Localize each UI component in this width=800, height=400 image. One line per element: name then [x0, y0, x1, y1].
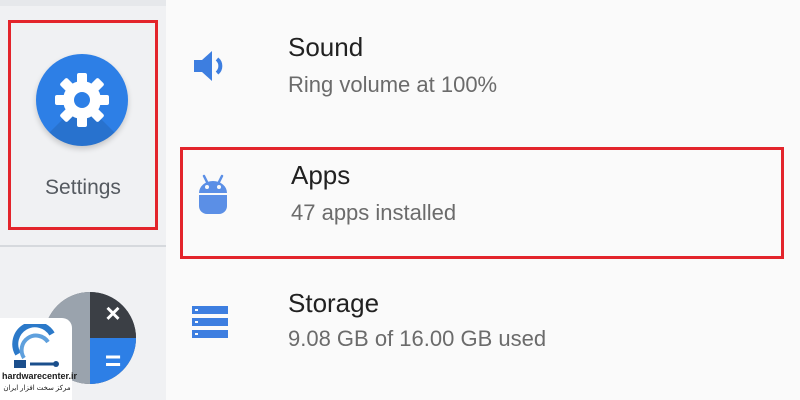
storage-icon: [192, 306, 228, 338]
watermark-logo-icon: [12, 324, 59, 368]
settings-item-apps[interactable]: Apps 47 apps installed: [180, 147, 784, 259]
watermark-tagline: مرکز سخت افزار ایران: [3, 385, 71, 392]
settings-app-icon-circle: [36, 54, 128, 146]
settings-app-shortcut[interactable]: Settings: [8, 20, 158, 230]
watermark-site: hardwarecenter.ir: [2, 371, 78, 381]
storage-subtitle: 9.08 GB of 16.00 GB used: [288, 326, 547, 351]
gear-icon: [55, 73, 109, 127]
launcher-divider: [0, 245, 166, 247]
sound-subtitle: Ring volume at 100%: [288, 72, 498, 97]
apps-title: Apps: [291, 160, 351, 190]
launcher-top-edge: [0, 0, 166, 6]
storage-title: Storage: [288, 288, 380, 318]
android-icon: [199, 174, 227, 214]
settings-app-label: Settings: [45, 176, 121, 199]
speaker-icon: [194, 51, 223, 81]
calculator-equals-symbol: =: [104, 345, 122, 376]
app-launcher-column: Settings × = hardwarecenter.ir مرکز سخت …: [0, 0, 166, 400]
sound-title: Sound: [288, 32, 364, 62]
calculator-times-symbol: ×: [105, 298, 121, 328]
watermark-badge: hardwarecenter.ir مرکز سخت افزار ایران: [0, 318, 78, 400]
calculator-app-shortcut[interactable]: × =: [44, 272, 136, 392]
settings-item-storage[interactable]: Storage 9.08 GB of 16.00 GB used: [180, 278, 800, 378]
apps-subtitle: 47 apps installed: [291, 200, 457, 225]
settings-item-sound[interactable]: Sound Ring volume at 100%: [180, 18, 800, 118]
